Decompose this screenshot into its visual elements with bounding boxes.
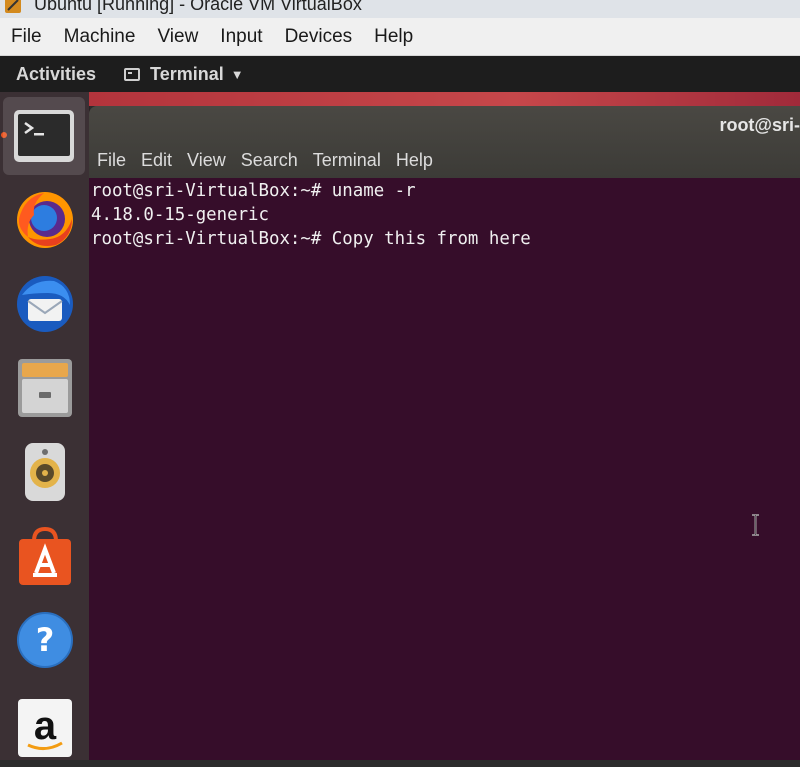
gnome-top-panel: Activities Terminal ▼ (0, 56, 800, 92)
desktop-wallpaper (89, 92, 800, 106)
terminal-line: root@sri-VirtualBox:~# Copy this from he… (91, 229, 531, 249)
terminal-menubar: File Edit View Search Terminal Help (97, 150, 448, 171)
terminal-title: root@sri- (719, 115, 800, 135)
host-menu-file[interactable]: File (11, 26, 42, 48)
terminal-line: root@sri-VirtualBox:~# uname -r (91, 181, 416, 201)
dock-rhythmbox[interactable] (0, 433, 89, 511)
dock-thunderbird[interactable] (0, 265, 89, 343)
svg-text:a: a (33, 704, 56, 748)
terminal-menu-help[interactable]: Help (396, 150, 433, 171)
terminal-menu-file[interactable]: File (97, 150, 126, 171)
caret-down-icon: ▼ (230, 66, 244, 82)
terminal-menu-edit[interactable]: Edit (141, 150, 172, 171)
firefox-icon (16, 192, 73, 248)
terminal-output-area[interactable]: root@sri-VirtualBox:~# uname -r 4.18.0-1… (89, 178, 800, 760)
dock-firefox[interactable] (0, 181, 89, 259)
terminal-menu-search[interactable]: Search (241, 150, 298, 171)
terminal-window-header: root@sri- File Edit View Search Terminal… (89, 106, 800, 178)
rhythmbox-icon (24, 443, 65, 501)
terminal-small-icon (124, 67, 141, 81)
software-icon (18, 526, 71, 585)
app-menu-terminal[interactable]: Terminal ▼ (124, 64, 244, 85)
help-icon: ? (16, 612, 73, 668)
host-menubar: File Machine View Input Devices Help (0, 18, 800, 56)
dock-terminal[interactable] (3, 97, 85, 175)
dock-help[interactable]: ? (0, 601, 89, 679)
dock-amazon[interactable]: a (0, 689, 89, 767)
dock-software[interactable] (0, 517, 89, 595)
terminal-icon (14, 110, 74, 162)
host-menu-input[interactable]: Input (220, 26, 262, 48)
host-window-title: Ubuntu [Running] - Oracle VM VirtualBox (34, 0, 362, 14)
host-menu-machine[interactable]: Machine (64, 26, 136, 48)
svg-text:?: ? (35, 621, 54, 659)
virtualbox-icon (5, 0, 21, 13)
host-menu-help[interactable]: Help (374, 26, 413, 48)
activities-button[interactable]: Activities (16, 64, 96, 85)
dock-files[interactable] (0, 349, 89, 427)
thunderbird-icon (16, 276, 73, 332)
host-window-titlebar: Ubuntu [Running] - Oracle VM VirtualBox (0, 0, 800, 18)
app-menu-label: Terminal (150, 63, 224, 84)
amazon-icon: a (17, 699, 72, 757)
host-menu-devices[interactable]: Devices (285, 26, 353, 48)
text-cursor-icon (752, 514, 759, 536)
terminal-menu-terminal[interactable]: Terminal (313, 150, 381, 171)
terminal-line: 4.18.0-15-generic (91, 205, 269, 225)
host-menu-view[interactable]: View (157, 26, 198, 48)
terminal-menu-view[interactable]: View (187, 150, 226, 171)
files-icon (17, 359, 72, 417)
ubuntu-dock: ? a (0, 92, 90, 760)
